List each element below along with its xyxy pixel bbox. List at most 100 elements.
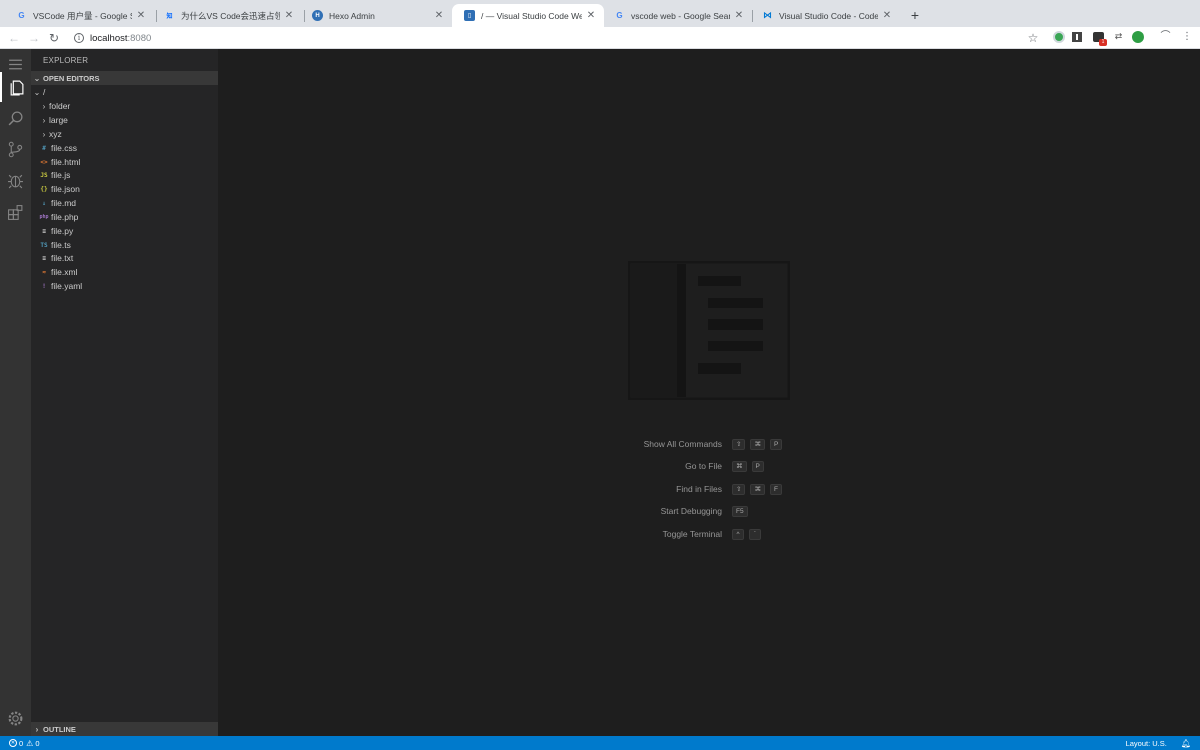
markdown-file-icon: ↓ xyxy=(42,199,46,207)
tree-file-item[interactable]: ≡ file.py xyxy=(31,224,218,238)
tree-file-item[interactable]: {} file.json xyxy=(31,182,218,196)
tree-file-item[interactable]: # file.css xyxy=(31,141,218,155)
error-icon: ✕ xyxy=(9,739,17,747)
extension-n-icon[interactable] xyxy=(1132,31,1144,43)
explorer-sidebar: EXPLORER ⌄ OPEN EDITORS ⌄ / › folder › l… xyxy=(31,49,218,736)
tree-file-item[interactable]: <> file.html xyxy=(31,155,218,169)
tree-file-item[interactable]: php file.php xyxy=(31,210,218,224)
folder-name: xyz xyxy=(49,129,62,139)
back-icon[interactable]: ← xyxy=(6,30,22,46)
shortcut-label: Show All Commands xyxy=(643,439,722,449)
file-name: file.php xyxy=(51,212,79,222)
root-folder-header[interactable]: ⌄ / xyxy=(31,85,218,99)
p-key: P xyxy=(769,438,783,450)
warning-count: 0 xyxy=(35,738,40,748)
command-key: ⌘ xyxy=(750,483,765,495)
source-control-icon[interactable] xyxy=(0,134,31,164)
profile-icon[interactable]: ⌒ xyxy=(1159,31,1172,42)
tree-file-item[interactable]: ! file.yaml xyxy=(31,279,218,293)
open-editors-label: OPEN EDITORS xyxy=(43,73,100,83)
shortcut-label: Find in Files xyxy=(676,484,722,494)
xml-file-icon: ≈ xyxy=(42,268,46,276)
tree-folder-item[interactable]: › xyz xyxy=(31,127,218,141)
close-icon[interactable]: ✕ xyxy=(434,10,444,21)
qr-code-icon[interactable] xyxy=(1072,32,1082,42)
open-editors-header[interactable]: ⌄ OPEN EDITORS xyxy=(31,71,218,85)
close-icon[interactable]: ✕ xyxy=(882,10,892,21)
google-icon: G xyxy=(616,11,623,20)
problems-indicator[interactable]: ✕ 0 ⚠ 0 xyxy=(9,739,40,748)
browser-tab[interactable]: 知 为什么VS Code会迅速占领JavaScript ✕ xyxy=(152,4,302,27)
folder-name: folder xyxy=(49,101,71,111)
browser-tab-active[interactable]: ▯ / — Visual Studio Code Web Dev ✕ xyxy=(452,4,604,27)
tree-file-item[interactable]: ≈ file.xml xyxy=(31,265,218,279)
menu-kebab-icon[interactable]: ⋮ xyxy=(1182,30,1192,44)
tab-title: VSCode 用户量 - Google Search xyxy=(33,10,132,21)
explorer-icon[interactable] xyxy=(0,72,31,102)
control-key: ^ xyxy=(732,528,744,540)
f5-key: F5 xyxy=(732,505,748,517)
search-icon[interactable] xyxy=(0,103,31,133)
info-icon[interactable]: i xyxy=(74,33,84,43)
editor-area: Show All Commands ⇧ ⌘ P Go to File ⌘ P F… xyxy=(218,49,1200,736)
json-file-icon: {} xyxy=(40,185,48,193)
notification-bell-icon[interactable]: 🔔︎ xyxy=(1181,739,1191,748)
browser-tab[interactable]: G vscode web - Google Search ✕ xyxy=(602,4,752,27)
chevron-down-icon: ⌄ xyxy=(33,87,41,97)
shortcut-toggle-terminal: Toggle Terminal ^ ` xyxy=(598,527,898,541)
folder-name: large xyxy=(49,115,68,125)
php-file-icon: php xyxy=(39,214,49,220)
google-icon: G xyxy=(18,11,25,20)
tree-file-item[interactable]: JS file.js xyxy=(31,168,218,182)
browser-tab[interactable]: G VSCode 用户量 - Google Search ✕ xyxy=(4,4,154,27)
tree-file-item[interactable]: ≡ file.txt xyxy=(31,251,218,265)
css-file-icon: # xyxy=(42,144,46,152)
extension-badge: 1 xyxy=(1099,39,1107,46)
settings-gear-icon[interactable] xyxy=(0,703,31,733)
shortcut-label: Go to File xyxy=(685,461,722,471)
keyboard-layout[interactable]: Layout: U.S. xyxy=(1126,739,1167,748)
address-bar[interactable]: i localhost:8080 xyxy=(68,29,1048,47)
shift-key: ⇧ xyxy=(732,438,746,450)
file-name: file.xml xyxy=(51,267,78,277)
new-tab-button[interactable]: + xyxy=(907,8,923,24)
outline-label: OUTLINE xyxy=(43,724,76,734)
extensions-icon[interactable] xyxy=(0,197,31,227)
bookmark-star-icon[interactable]: ☆ xyxy=(1025,30,1041,46)
chevron-right-icon: › xyxy=(35,724,39,734)
chevron-right-icon: › xyxy=(42,101,46,111)
browser-tab[interactable]: H Hexo Admin ✕ xyxy=(300,4,452,27)
close-icon[interactable]: ✕ xyxy=(586,10,596,21)
chevron-right-icon: › xyxy=(42,129,46,139)
typescript-file-icon: TS xyxy=(40,241,48,249)
status-bar: ✕ 0 ⚠ 0 Layout: U.S. 🔔︎ xyxy=(0,736,1200,750)
close-icon[interactable]: ✕ xyxy=(284,10,294,21)
vscode-icon: ⋈ xyxy=(763,10,772,20)
shortcut-label: Start Debugging xyxy=(660,506,722,516)
file-name: file.py xyxy=(51,226,74,236)
close-icon[interactable]: ✕ xyxy=(734,10,744,21)
extension-icon[interactable]: ⇄ xyxy=(1113,31,1124,42)
python-file-icon: ≡ xyxy=(42,227,46,235)
shift-key: ⇧ xyxy=(732,483,746,495)
tree-folder-item[interactable]: › large xyxy=(31,113,218,127)
tree-file-item[interactable]: TS file.ts xyxy=(31,238,218,252)
tree-folder-item[interactable]: › folder xyxy=(31,99,218,113)
outline-section-header[interactable]: › OUTLINE xyxy=(31,722,218,736)
reload-icon[interactable]: ↻ xyxy=(46,30,62,46)
browser-tab[interactable]: ⋈ Visual Studio Code - Code Editing ✕ xyxy=(750,4,900,27)
file-name: file.css xyxy=(51,143,77,153)
tab-title: / — Visual Studio Code Web Dev xyxy=(481,10,582,21)
file-name: file.ts xyxy=(51,240,71,250)
file-name: file.json xyxy=(51,184,80,194)
forward-icon[interactable]: → xyxy=(26,30,42,46)
command-key: ⌘ xyxy=(750,438,765,450)
tree-file-item[interactable]: ↓ file.md xyxy=(31,196,218,210)
file-name: file.md xyxy=(51,198,77,208)
close-icon[interactable]: ✕ xyxy=(136,10,146,21)
debug-icon[interactable] xyxy=(0,165,31,195)
tab-title: Visual Studio Code - Code Editing xyxy=(779,10,878,21)
file-name: file.txt xyxy=(51,253,74,263)
zhihu-icon: 知 xyxy=(166,14,173,20)
extension-green-icon[interactable] xyxy=(1053,31,1065,43)
